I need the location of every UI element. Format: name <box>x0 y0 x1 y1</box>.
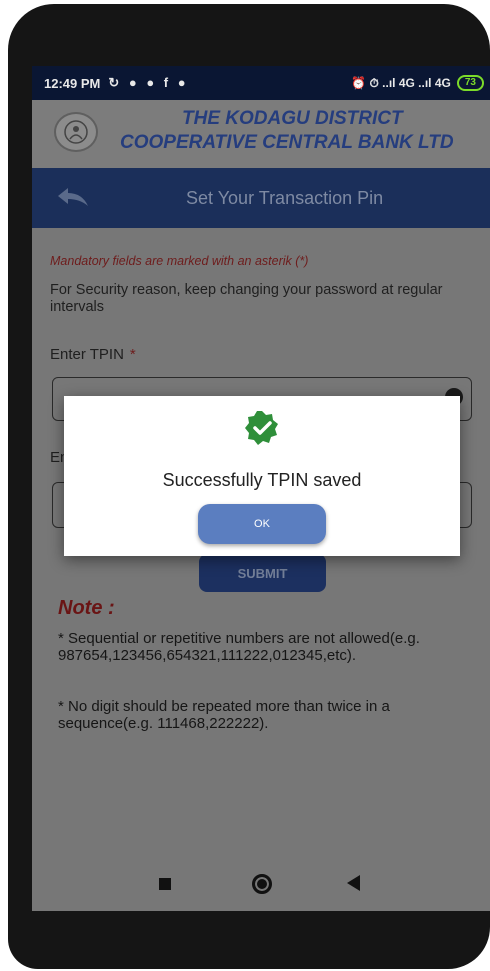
phone-frame: 12:49 PM ↻ ● ● f ● ⏰ ⏱ ..ıl 4G ..ıl 4G 7… <box>8 4 490 969</box>
bank-name-line1: THE KODAGU DISTRICT <box>182 108 403 129</box>
back-arrow-icon[interactable] <box>56 186 90 210</box>
title-bar: Set Your Transaction Pin <box>32 168 490 228</box>
mandatory-note: Mandatory fields are marked with an aste… <box>50 254 309 268</box>
status-right: ⏰ ⏱ ..ıl 4G ..ıl 4G 73 <box>351 75 484 91</box>
check-badge-icon <box>245 411 278 445</box>
security-note: For Security reason, keep changing your … <box>50 282 443 315</box>
notification-icons: ↻ ● ● f ● <box>108 75 189 90</box>
nav-back-icon[interactable] <box>347 875 360 891</box>
tpin-label: Enter TPIN * <box>50 346 136 363</box>
bank-header: THE KODAGU DISTRICT COOPERATIVE CENTRAL … <box>32 100 490 168</box>
dialog-message: Successfully TPIN saved <box>162 470 362 490</box>
note-sequential: * Sequential or repetitive numbers are n… <box>58 630 420 664</box>
page-title: Set Your Transaction Pin <box>186 188 384 208</box>
recents-icon[interactable] <box>159 878 171 890</box>
note-title: Note : <box>58 597 115 619</box>
emblem-icon <box>64 120 88 144</box>
note-repeated: * No digit should be repeated more than … <box>58 698 390 732</box>
submit-button[interactable]: SUBMIT <box>199 554 326 592</box>
bank-name-line2: COOPERATIVE CENTRAL BANK LTD <box>120 132 454 153</box>
ok-button[interactable]: OK <box>198 504 326 544</box>
status-time: 12:49 PM <box>44 75 101 91</box>
tpin-label-text: Enter TPIN <box>50 346 124 363</box>
success-dialog: Successfully TPIN saved OK <box>64 396 460 556</box>
bank-logo <box>54 112 98 152</box>
app-screen: 12:49 PM ↻ ● ● f ● ⏰ ⏱ ..ıl 4G ..ıl 4G 7… <box>32 66 490 911</box>
battery-icon: 73 <box>456 75 484 91</box>
signal-icons: ⏰ ⏱ ..ıl 4G ..ıl 4G <box>351 75 451 90</box>
required-asterisk: * <box>129 346 136 363</box>
home-icon[interactable] <box>252 874 272 894</box>
android-nav-bar <box>32 856 490 911</box>
status-bar: 12:49 PM ↻ ● ● f ● ⏰ ⏱ ..ıl 4G ..ıl 4G 7… <box>32 66 490 100</box>
